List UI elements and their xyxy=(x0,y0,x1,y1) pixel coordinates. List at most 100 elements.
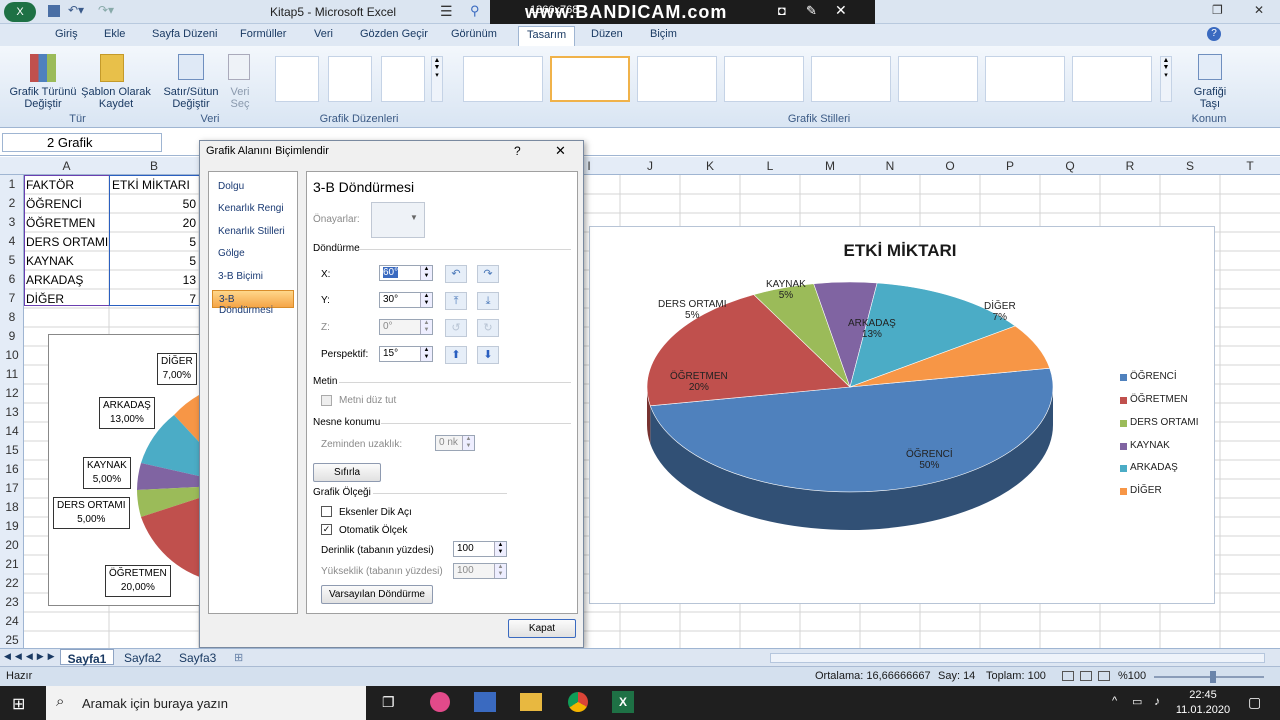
rotate-up-icon[interactable]: ⤒ xyxy=(445,292,467,310)
perspective-input[interactable]: 15° ▲ ▼ xyxy=(379,346,433,362)
styles-scroll[interactable]: ▲ ▼ ▾ xyxy=(1160,56,1172,102)
normal-view-icon[interactable] xyxy=(1062,671,1074,681)
column-header[interactable]: I xyxy=(584,159,594,173)
legend-item[interactable]: DİĞER xyxy=(1130,485,1162,496)
remote-desktop-icon[interactable] xyxy=(474,692,496,712)
row-header[interactable]: 11 xyxy=(0,367,24,381)
switch-row-column-button[interactable]: Satır/Sütun Değiştir xyxy=(158,86,224,110)
layouts-scroll[interactable]: ▲ ▼ ▾ xyxy=(431,56,443,102)
menu-icon[interactable]: ☰ xyxy=(440,3,453,20)
move-chart-button[interactable]: Grafiği Taşı xyxy=(1188,86,1232,110)
narrow-perspective-icon[interactable]: ⬆ xyxy=(445,346,467,364)
menu-3d-format[interactable]: 3-B Biçimi xyxy=(212,268,294,286)
column-header[interactable]: P xyxy=(980,159,1040,173)
column-header[interactable]: J xyxy=(620,159,680,173)
help-icon[interactable]: ? xyxy=(1207,27,1221,41)
tab-page-layout[interactable]: Sayfa Düzeni xyxy=(152,28,217,40)
clock-date[interactable]: 11.01.2020 xyxy=(1174,704,1232,716)
row-header[interactable]: 18 xyxy=(0,500,24,514)
column-header[interactable]: K xyxy=(680,159,740,173)
tab-formulas[interactable]: Formüller xyxy=(240,28,286,40)
layout-thumb-3[interactable] xyxy=(381,56,425,102)
tab-data[interactable]: Veri xyxy=(314,28,333,40)
sheet-nav-icon[interactable]: ◀◀◀▶▶ xyxy=(4,651,59,662)
zoom-slider[interactable] xyxy=(1154,676,1264,678)
row-header[interactable]: 1 xyxy=(0,177,24,191)
right-angle-axes-checkbox[interactable] xyxy=(321,506,332,517)
legend-item[interactable]: ÖĞRETMEN xyxy=(1130,394,1188,405)
row-header[interactable]: 20 xyxy=(0,538,24,552)
tab-insert[interactable]: Ekle xyxy=(104,28,125,40)
sheet-tab[interactable]: Sayfa3 xyxy=(179,651,216,665)
new-sheet-icon[interactable]: ⊞ xyxy=(234,651,243,664)
legend-item[interactable]: KAYNAK xyxy=(1130,440,1170,451)
column-header[interactable]: N xyxy=(860,159,920,173)
sheet-tab[interactable]: Sayfa2 xyxy=(124,651,161,665)
camera-icon[interactable]: ◘ xyxy=(778,3,786,18)
close-button[interactable]: Kapat xyxy=(508,619,576,638)
tab-design[interactable]: Tasarım xyxy=(518,26,576,46)
rotate-left-icon[interactable]: ↶ xyxy=(445,265,467,283)
column-header[interactable]: O xyxy=(920,159,980,173)
autoscale-label[interactable]: Otomatik Ölçek xyxy=(339,525,407,536)
row-header[interactable]: 12 xyxy=(0,386,24,400)
menu-border-color[interactable]: Kenarlık Rengi xyxy=(212,200,294,218)
row-header[interactable]: 15 xyxy=(0,443,24,457)
row-header[interactable]: 19 xyxy=(0,519,24,533)
row-header[interactable]: 4 xyxy=(0,234,24,248)
zoom-level[interactable]: %100 xyxy=(1118,670,1146,682)
style-thumb-7[interactable] xyxy=(985,56,1065,102)
horizontal-scrollbar[interactable] xyxy=(770,653,1265,663)
zoom-slider-thumb[interactable] xyxy=(1210,671,1216,683)
sheet-tab-active[interactable]: Sayfa1 xyxy=(60,649,114,666)
dialog-close-icon[interactable]: ✕ xyxy=(555,143,566,159)
menu-fill[interactable]: Dolgu xyxy=(212,178,294,196)
layout-thumb-1[interactable] xyxy=(275,56,319,102)
pin-icon[interactable]: ⚲ xyxy=(470,3,480,19)
secondary-chart[interactable]: DİĞER 7,00% ARKADAŞ 13,00% KAYNAK 5,00% DER… xyxy=(48,334,201,606)
rotate-right-icon[interactable]: ↷ xyxy=(477,265,499,283)
clock-time[interactable]: 22:45 xyxy=(1178,689,1228,701)
dialog-help-button[interactable]: ? xyxy=(514,144,521,158)
style-thumb-8[interactable] xyxy=(1072,56,1152,102)
change-chart-type-icon[interactable] xyxy=(30,54,56,82)
restore-window-icon[interactable]: ❐ xyxy=(1212,3,1223,17)
row-header[interactable]: 23 xyxy=(0,595,24,609)
row-header[interactable]: 3 xyxy=(0,215,24,229)
pie-chart[interactable]: ETKİ MİKTARI ÖĞRENCİ 50% ÖĞRETMEN 20% DERS… xyxy=(589,226,1215,604)
move-chart-icon[interactable] xyxy=(1198,54,1222,80)
rotate-down-icon[interactable]: ⤓ xyxy=(477,292,499,310)
chrome-icon[interactable] xyxy=(568,692,588,712)
pencil-icon[interactable]: ✎ xyxy=(806,3,817,19)
file-explorer-icon[interactable] xyxy=(520,693,542,711)
style-thumb-4[interactable] xyxy=(724,56,804,102)
reset-button[interactable]: Sıfırla xyxy=(313,463,381,482)
style-thumb-3[interactable] xyxy=(637,56,717,102)
row-header[interactable]: 13 xyxy=(0,405,24,419)
redo-icon[interactable]: ↷▾ xyxy=(98,3,114,17)
network-icon[interactable]: ▭ xyxy=(1132,695,1142,708)
close-recorder-icon[interactable]: ✕ xyxy=(835,2,847,19)
style-thumb-2[interactable] xyxy=(550,56,630,102)
row-header[interactable]: 24 xyxy=(0,614,24,628)
style-thumb-6[interactable] xyxy=(898,56,978,102)
right-angle-axes-label[interactable]: Eksenler Dik Açı xyxy=(339,507,412,518)
page-break-view-icon[interactable] xyxy=(1098,671,1110,681)
tab-view[interactable]: Görünüm xyxy=(451,28,497,40)
row-header[interactable]: 5 xyxy=(0,253,24,267)
tab-review[interactable]: Gözden Geçir xyxy=(360,28,428,40)
volume-icon[interactable]: ♪ xyxy=(1154,694,1160,708)
widen-perspective-icon[interactable]: ⬇ xyxy=(477,346,499,364)
menu-3d-rotation[interactable]: 3-B Döndürmesi xyxy=(212,290,294,316)
close-window-icon[interactable]: ✕ xyxy=(1254,3,1264,17)
row-header[interactable]: 14 xyxy=(0,424,24,438)
task-view-icon[interactable]: ❐ xyxy=(382,694,395,711)
menu-border-styles[interactable]: Kenarlık Stilleri xyxy=(212,223,294,241)
undo-icon[interactable]: ↶▾ xyxy=(68,3,84,17)
row-header[interactable]: 6 xyxy=(0,272,24,286)
y-rotation-input[interactable]: 30° ▲ ▼ xyxy=(379,292,433,308)
legend-item[interactable]: DERS ORTAMI xyxy=(1130,417,1199,428)
windows-start-icon[interactable]: ⊞ xyxy=(12,694,25,714)
save-template-button[interactable]: Şablon Olarak Kaydet xyxy=(80,86,152,110)
column-header[interactable]: M xyxy=(800,159,860,173)
